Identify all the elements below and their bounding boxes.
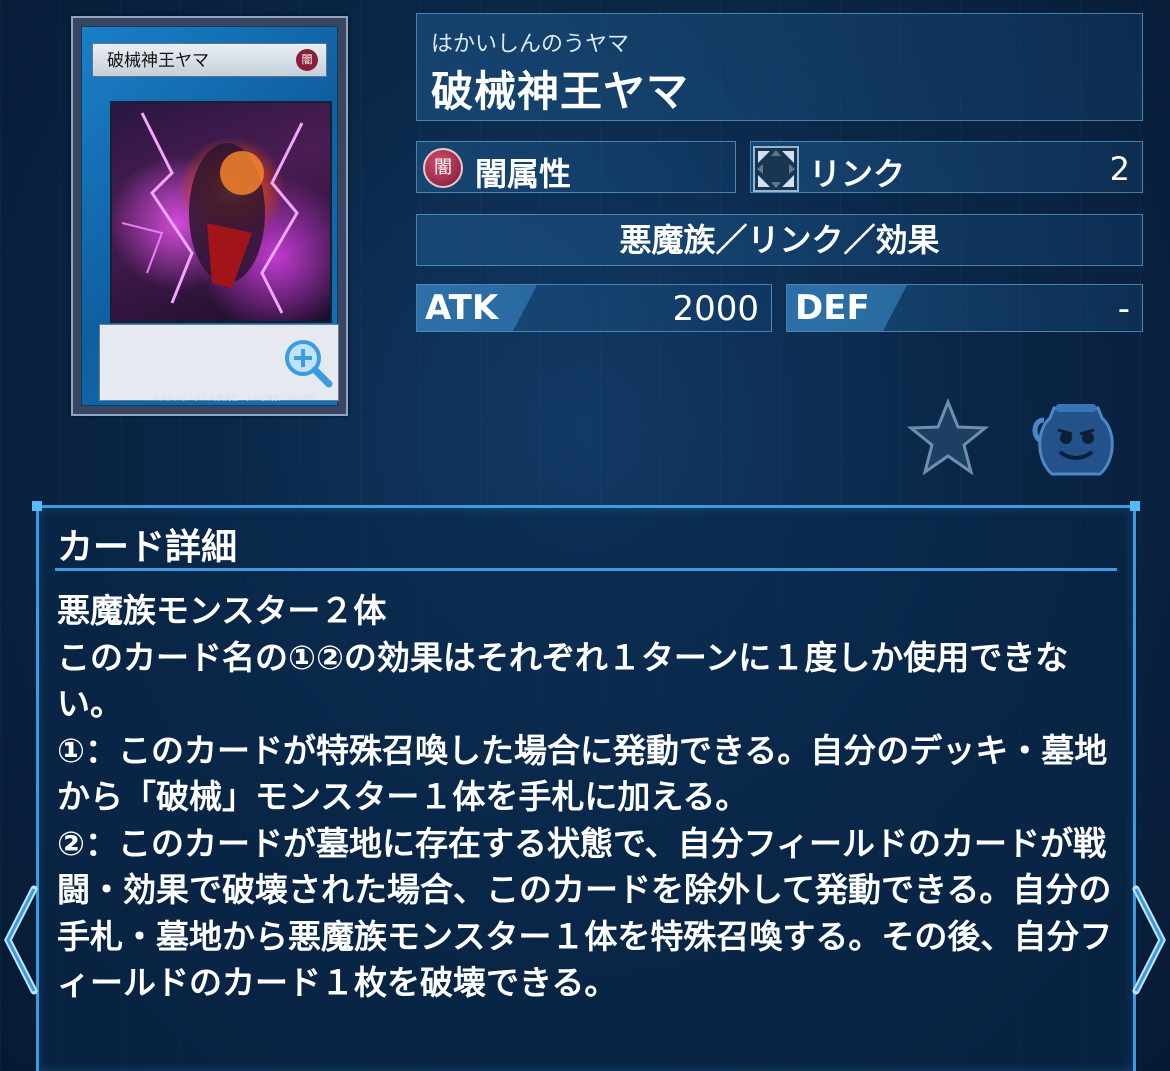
chevron-right-icon[interactable] xyxy=(1130,885,1170,995)
card-copyright: ©スタジオ・ダイス/集英社・テレビ東京・KONAMI xyxy=(152,394,315,402)
atk-label: ATK xyxy=(417,285,537,331)
card-detail-panel: カード詳細 悪魔族モンスター２体 このカード名の①②の効果はそれぞれ１ターンに１… xyxy=(32,501,1140,1071)
atk-value: 2000 xyxy=(672,289,759,329)
chevron-left-icon[interactable] xyxy=(0,885,40,995)
monster-type-line: 悪魔族／リンク／効果 xyxy=(619,221,940,259)
panel-corner xyxy=(32,501,42,511)
detail-divider xyxy=(55,568,1117,571)
panel-corner xyxy=(1130,501,1140,511)
def-value: - xyxy=(1117,289,1130,329)
dark-attribute-icon: 闇 xyxy=(423,148,463,188)
card-image-text-box xyxy=(99,324,339,401)
def-panel: DEF - xyxy=(786,284,1143,332)
star-icon[interactable] xyxy=(907,398,989,476)
card-image-attribute-icon: 闇 xyxy=(296,49,318,71)
zoom-in-icon[interactable] xyxy=(282,337,334,389)
card-image-name-bar: 破械神王ヤマ 闇 xyxy=(92,43,327,77)
card-name-panel: はかいしんのうヤマ 破械神王ヤマ xyxy=(416,13,1143,121)
card-effect-text: 悪魔族モンスター２体 このカード名の①②の効果はそれぞれ１ターンに１度しか使用で… xyxy=(57,591,1113,1002)
type-panel: 悪魔族／リンク／効果 xyxy=(416,214,1143,266)
pot-of-greed-icon[interactable] xyxy=(1030,400,1122,478)
attribute-label: 闇属性 xyxy=(475,155,572,193)
atk-panel: ATK 2000 xyxy=(416,284,772,332)
card-image-body: 破械神王ヤマ 闇 ©スタジオ・ダイス/集英社・テレビ東京・KONAMI xyxy=(81,26,339,406)
def-label: DEF xyxy=(787,285,907,331)
card-image-name: 破械神王ヤマ xyxy=(107,51,209,71)
link-arrows-icon xyxy=(753,146,799,192)
card-image[interactable]: 破械神王ヤマ 闇 ©スタジオ・ダイス/集英社・テレビ東京・KONAMI xyxy=(71,16,348,416)
card-title: 破械神王ヤマ xyxy=(431,67,690,116)
attribute-panel: 闇 闇属性 xyxy=(416,141,736,193)
link-label: リンク xyxy=(809,155,906,193)
link-panel: リンク 2 xyxy=(750,141,1143,193)
card-detail-title: カード詳細 xyxy=(57,527,238,568)
card-ruby: はかいしんのうヤマ xyxy=(431,32,630,57)
link-rating: 2 xyxy=(1109,150,1130,188)
card-artwork xyxy=(110,101,332,323)
